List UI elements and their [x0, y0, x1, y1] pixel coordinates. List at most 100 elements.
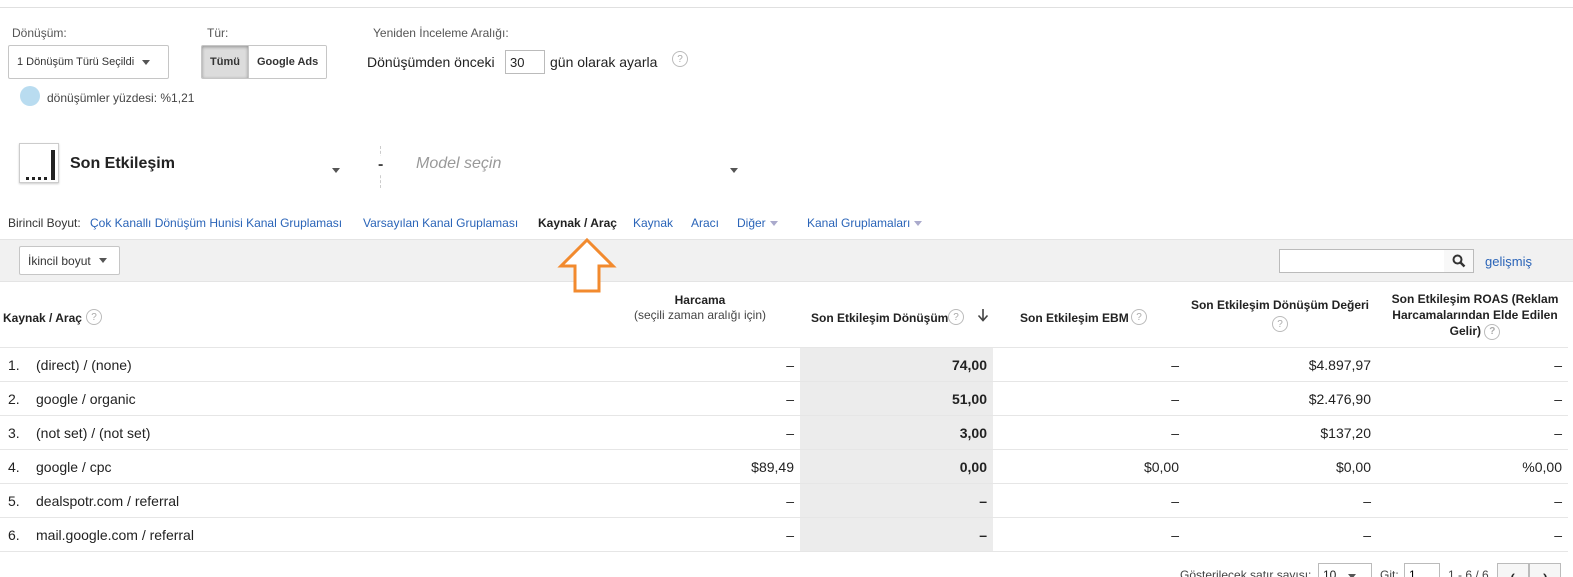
- dimension-channel-groupings-label: Kanal Gruplamaları: [807, 216, 911, 230]
- dimension-other-label: Diğer: [737, 216, 766, 230]
- conversion-dropdown-label: 1 Dönüşüm Türü Seçildi: [17, 56, 135, 68]
- type-option-google-ads[interactable]: Google Ads: [248, 46, 327, 78]
- type-option-all[interactable]: Tümü: [202, 46, 249, 78]
- help-icon[interactable]: ?: [1131, 309, 1147, 325]
- primary-dimension-label: Birincil Boyut:: [8, 216, 81, 230]
- model-bars-icon[interactable]: [19, 143, 59, 183]
- dimension-dropdown-channel-groupings[interactable]: Kanal Gruplamaları: [807, 216, 923, 230]
- conversions-cell: 3,00: [800, 415, 993, 450]
- rows-per-page-label: Gösterilecek satır sayısı:: [1180, 568, 1312, 577]
- dimension-link-mcf-channel[interactable]: Çok Kanallı Dönüşüm Hunisi Kanal Gruplam…: [90, 216, 342, 230]
- dimension-active-source-medium[interactable]: Kaynak / Araç: [538, 216, 617, 230]
- conversion-percentage: dönüşümler yüzdesi: %1,21: [47, 91, 195, 105]
- roas-cell: –: [1377, 415, 1568, 450]
- header-spend[interactable]: Harcama: [620, 293, 780, 307]
- model-primary-title: Son Etkileşim: [70, 155, 175, 172]
- header-source-medium[interactable]: Kaynak / Araç: [3, 311, 82, 325]
- help-icon[interactable]: ?: [86, 309, 102, 325]
- orange-up-arrow-icon: [557, 237, 617, 293]
- dimension-dropdown-other[interactable]: Diğer: [737, 216, 778, 230]
- spend-cell: –: [610, 483, 800, 518]
- source-medium-link[interactable]: google / cpc: [30, 449, 610, 484]
- dimension-link-source[interactable]: Kaynak: [633, 216, 673, 230]
- conversion-dropdown[interactable]: 1 Dönüşüm Türü Seçildi: [8, 45, 169, 79]
- search-button[interactable]: [1444, 249, 1474, 273]
- lookback-label: Yeniden İnceleme Aralığı:: [373, 26, 509, 40]
- header-roas-line2: Harcamalarından Elde Edilen: [1392, 308, 1558, 322]
- model-secondary-dropdown[interactable]: [730, 162, 738, 176]
- type-toggle: Tümü Google Ads: [201, 45, 328, 79]
- table-row: 4. google / cpc $89,49 0,00 $0,00 $0,00 …: [0, 449, 1568, 484]
- type-label: Tür:: [207, 26, 229, 40]
- table-row: 2. google / organic – 51,00 – $2.476,90 …: [0, 381, 1568, 416]
- conversion-label: Dönüşüm:: [12, 26, 67, 40]
- conversion-value-cell: $2.476,90: [1185, 381, 1377, 416]
- rows-per-page-select[interactable]: 10: [1318, 563, 1372, 577]
- conversion-value-cell: –: [1185, 517, 1377, 552]
- cpa-cell: –: [993, 517, 1185, 552]
- source-medium-link[interactable]: google / organic: [30, 381, 610, 416]
- row-number: 1.: [0, 347, 30, 382]
- lookback-suffix: gün olarak ayarla: [550, 54, 658, 70]
- row-number: 2.: [0, 381, 30, 416]
- help-icon[interactable]: ?: [948, 309, 964, 325]
- header-roas[interactable]: Son Etkileşim ROAS (Reklam Harcamalarınd…: [1380, 291, 1570, 340]
- spend-cell: –: [610, 517, 800, 552]
- dimension-link-default-channel[interactable]: Varsayılan Kanal Gruplaması: [363, 216, 518, 230]
- secondary-dimension-label: İkincil boyut: [28, 253, 91, 268]
- source-medium-link[interactable]: mail.google.com / referral: [30, 517, 610, 552]
- dimension-link-medium[interactable]: Aracı: [691, 216, 719, 230]
- row-number: 4.: [0, 449, 30, 484]
- row-number: 5.: [0, 483, 30, 518]
- chevron-down-icon: [142, 59, 151, 65]
- model-primary-dropdown[interactable]: [332, 162, 340, 176]
- model-secondary-placeholder[interactable]: Model seçin: [416, 155, 501, 173]
- table-row: 1. (direct) / (none) – 74,00 – $4.897,97…: [0, 347, 1568, 382]
- table-row: 6. mail.google.com / referral – – – – –: [0, 517, 1568, 552]
- rows-per-page-value: 10: [1323, 568, 1337, 577]
- spend-cell: –: [610, 347, 800, 382]
- help-icon[interactable]: ?: [1272, 316, 1288, 332]
- header-conversion-value[interactable]: Son Etkileşim Dönüşüm Değeri: [1185, 298, 1375, 312]
- lookback-days-input[interactable]: [505, 50, 545, 74]
- conversion-value-cell: $0,00: [1185, 449, 1377, 484]
- cpa-cell: –: [993, 483, 1185, 518]
- model-separator: -: [378, 156, 384, 174]
- pie-chart-icon: [20, 86, 40, 106]
- table-bottom-divider: [0, 551, 1568, 552]
- roas-cell: –: [1377, 347, 1568, 382]
- page-range: 1 - 6 / 6: [1448, 568, 1489, 577]
- secondary-dimension-dropdown[interactable]: İkincil boyut: [19, 246, 120, 275]
- conversions-cell: 0,00: [800, 449, 993, 484]
- top-divider: [0, 7, 1573, 8]
- conversions-cell: –: [800, 483, 993, 518]
- header-roas-line3-text: Gelir): [1449, 324, 1481, 338]
- advanced-filter-link[interactable]: gelişmiş: [1485, 254, 1532, 269]
- roas-cell: –: [1377, 517, 1568, 552]
- source-medium-link[interactable]: (not set) / (not set): [30, 415, 610, 450]
- source-medium-link[interactable]: (direct) / (none): [30, 347, 610, 382]
- header-cpa[interactable]: Son Etkileşim EBM: [1020, 311, 1129, 325]
- help-icon[interactable]: ?: [1484, 323, 1501, 340]
- conversion-value-cell: $137,20: [1185, 415, 1377, 450]
- spend-cell: $89,49: [610, 449, 800, 484]
- roas-cell: %0,00: [1377, 449, 1568, 484]
- lookback-prefix: Dönüşümden önceki: [367, 54, 495, 70]
- previous-page-button[interactable]: ‹: [1497, 563, 1529, 577]
- chevron-down-icon: [332, 168, 340, 173]
- header-conversions[interactable]: Son Etkileşim Dönüşüm: [811, 311, 948, 325]
- next-page-button[interactable]: ›: [1529, 563, 1561, 577]
- sort-down-arrow-icon[interactable]: [977, 308, 989, 322]
- chevron-down-icon: [730, 168, 738, 173]
- data-table: 1. (direct) / (none) – 74,00 – $4.897,97…: [0, 347, 1568, 552]
- search-input[interactable]: [1279, 249, 1445, 273]
- header-spend-subtitle: (seçili zaman aralığı için): [633, 308, 767, 322]
- table-row: 5. dealspotr.com / referral – – – – –: [0, 483, 1568, 518]
- chevron-down-icon: [98, 258, 107, 263]
- source-medium-link[interactable]: dealspotr.com / referral: [30, 483, 610, 518]
- conversion-value-cell: –: [1185, 483, 1377, 518]
- cpa-cell: –: [993, 347, 1185, 382]
- row-number: 6.: [0, 517, 30, 552]
- help-icon[interactable]: ?: [672, 51, 688, 67]
- goto-page-input[interactable]: [1404, 563, 1440, 577]
